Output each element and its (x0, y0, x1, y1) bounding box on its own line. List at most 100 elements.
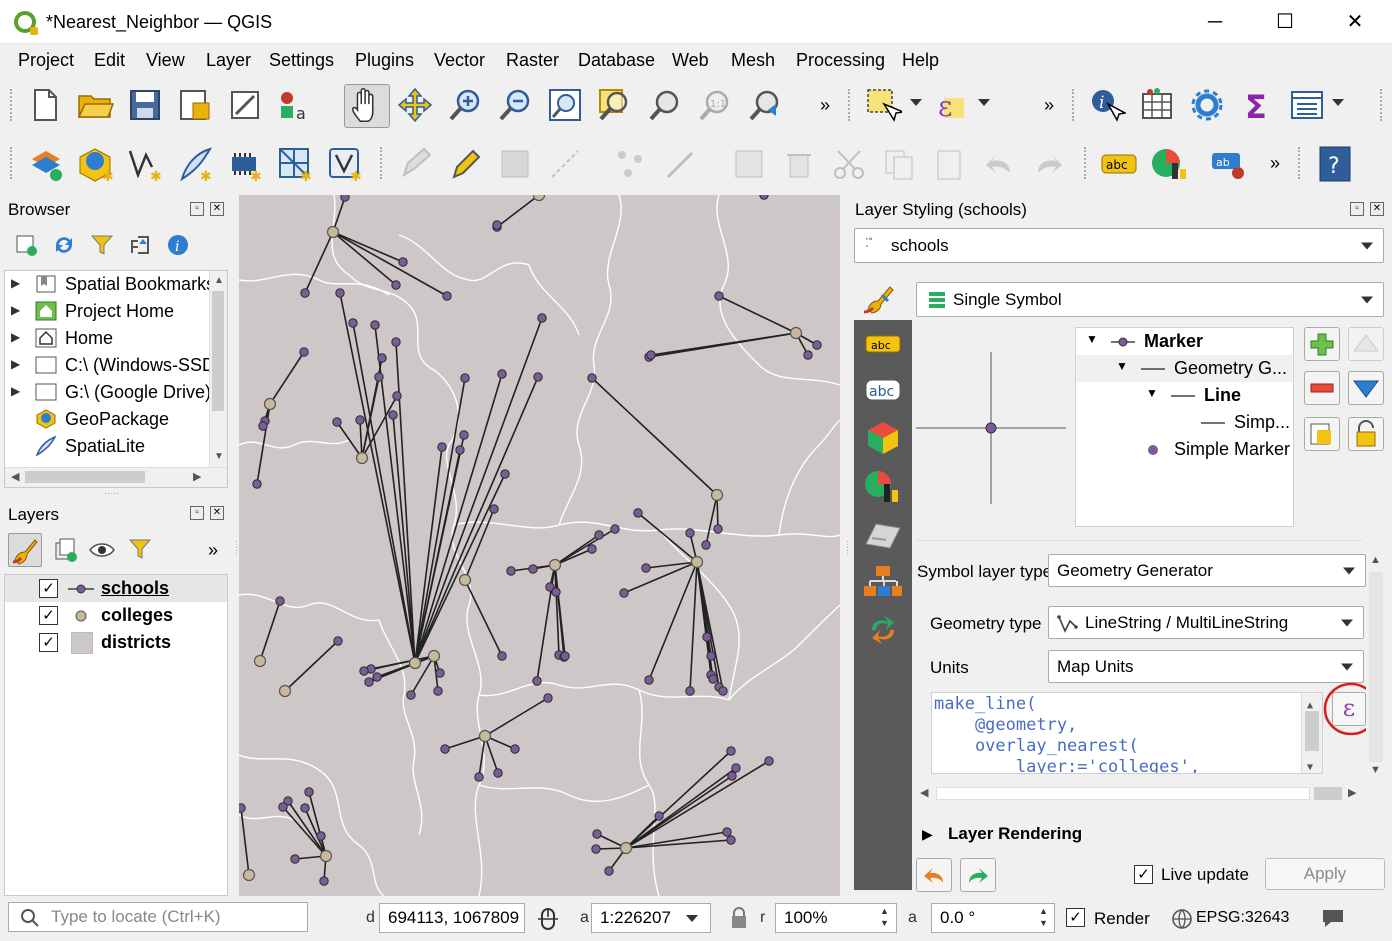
chevron-right-icon[interactable]: ▶ (11, 276, 20, 290)
float-panel-icon[interactable]: ▫ (1350, 202, 1364, 216)
properties-vertical-scrollbar[interactable]: ▲ ▼ (1366, 552, 1386, 784)
toolbar-grip[interactable] (10, 147, 14, 179)
cut-features-icon[interactable] (830, 145, 868, 183)
style-manager-icon[interactable]: a (276, 86, 314, 124)
copy-features-icon[interactable] (880, 145, 918, 183)
browser-item[interactable]: ▶ Home (5, 325, 215, 352)
form-view-icon[interactable] (1288, 86, 1326, 124)
toolbar-grip[interactable] (1072, 89, 1076, 121)
layer-item-districts[interactable]: ✓ districts (5, 629, 227, 656)
refresh-icon[interactable] (52, 233, 76, 257)
geometry-type-combo[interactable]: LineString / MultiLineString (1048, 606, 1364, 639)
panel-splitter[interactable]: ····· (104, 488, 119, 498)
redo-style-button[interactable] (960, 858, 996, 892)
menu-layer[interactable]: Layer (206, 50, 251, 71)
new-shapefile-icon[interactable]: ✱ (126, 145, 164, 183)
apply-button[interactable]: Apply (1265, 858, 1385, 890)
modify-attributes-icon[interactable] (662, 145, 700, 183)
select-dropdown-icon[interactable] (910, 99, 922, 106)
toggle-extents-mouse-icon[interactable] (536, 906, 560, 932)
symbol-tree-simple-marker-row[interactable]: Simple Marker (1076, 436, 1293, 463)
chevron-right-icon[interactable]: ▶ (11, 330, 20, 344)
zoom-out-icon[interactable] (496, 86, 534, 124)
expression-dropdown-icon[interactable] (978, 99, 990, 106)
menu-project[interactable]: Project (18, 50, 74, 71)
magnifier-spinbox[interactable]: 100% (775, 903, 897, 933)
maximize-button[interactable]: ☐ (1262, 6, 1308, 38)
delete-selected-icon[interactable] (730, 145, 768, 183)
redo-icon[interactable] (1030, 145, 1068, 183)
properties-horizontal-scrollbar[interactable]: ◀ ▶ (916, 784, 1362, 804)
symbol-tree-simple-line-row[interactable]: Simp... (1076, 409, 1293, 436)
symbol-tree-geometry-generator-row[interactable]: ▼ Geometry G... (1076, 355, 1293, 382)
menu-mesh[interactable]: Mesh (731, 50, 775, 71)
toolbar-grip[interactable] (380, 147, 384, 179)
new-temp-scratch-layer-icon[interactable]: ✱ (326, 145, 364, 183)
add-symbol-layer-button[interactable] (1304, 327, 1340, 361)
toolbar-overflow-icon[interactable]: » (1044, 95, 1054, 116)
add-group-icon[interactable] (52, 537, 78, 563)
menu-settings[interactable]: Settings (269, 50, 334, 71)
spin-arrows-icon[interactable]: ▲ ▼ (1039, 905, 1048, 929)
save-as-icon[interactable] (176, 86, 214, 124)
masks-tab-icon[interactable]: abc (862, 372, 904, 408)
menu-processing[interactable]: Processing (796, 50, 885, 71)
symbol-tree-marker-row[interactable]: ▼ Marker (1076, 328, 1293, 355)
new-memory-layer-icon[interactable]: ✱ (226, 145, 264, 183)
panel-splitter[interactable]: ····· (843, 540, 853, 555)
symbol-layer-type-combo[interactable]: Geometry Generator (1048, 554, 1366, 587)
toolbar-overflow-icon[interactable]: » (208, 540, 218, 561)
crs-label[interactable]: EPSG:32643 (1196, 909, 1289, 927)
duplicate-symbol-layer-button[interactable] (1304, 417, 1340, 451)
menu-edit[interactable]: Edit (94, 50, 125, 71)
browser-item[interactable]: ▶ G:\ (Google Drive) (5, 379, 215, 406)
diagrams-tab-icon[interactable] (862, 468, 904, 504)
data-source-manager-icon[interactable] (26, 145, 64, 183)
renderer-combo[interactable]: Single Symbol (916, 282, 1384, 317)
close-panel-icon[interactable]: ✕ (210, 202, 224, 216)
locator-search-input[interactable]: Type to locate (Ctrl+K) (8, 902, 308, 932)
toolbar-grip[interactable] (848, 89, 852, 121)
symbology-paintbrush-icon[interactable] (860, 281, 900, 315)
browser-horizontal-scrollbar[interactable]: ◀ ▶ (5, 467, 227, 487)
menu-vector[interactable]: Vector (434, 50, 485, 71)
attribute-table-icon[interactable] (1138, 86, 1176, 124)
chevron-right-icon[interactable]: ▶ (11, 303, 20, 317)
layer-visibility-checkbox[interactable]: ✓ (39, 579, 58, 598)
statistics-sum-icon[interactable]: Σ (1238, 86, 1276, 124)
layer-select-combo[interactable]: ⁚˚ schools (854, 228, 1384, 263)
save-project-icon[interactable] (126, 86, 164, 124)
rotation-spinbox[interactable]: 0.0 ° (931, 903, 1055, 933)
menu-raster[interactable]: Raster (506, 50, 559, 71)
lock-scale-icon[interactable] (728, 906, 750, 930)
3d-view-tab-icon[interactable] (862, 420, 904, 456)
properties-info-icon[interactable]: i (166, 233, 190, 257)
undo-icon[interactable] (980, 145, 1018, 183)
select-features-icon[interactable] (864, 86, 902, 124)
lock-layer-button[interactable] (1348, 417, 1384, 451)
toolbar-overflow-icon[interactable]: » (1270, 153, 1280, 174)
menu-view[interactable]: View (146, 50, 185, 71)
move-down-button[interactable] (1348, 371, 1384, 405)
new-geopackage-icon[interactable]: ✱ (76, 145, 114, 183)
browser-vertical-scrollbar[interactable]: ▲ ▼ (209, 271, 227, 467)
save-edits-icon[interactable] (496, 145, 534, 183)
close-button[interactable]: ✕ (1332, 6, 1378, 38)
symbol-tree-line-row[interactable]: ▼ Line (1076, 382, 1293, 409)
toolbar-grip[interactable] (1298, 147, 1302, 179)
toolbar-overflow-icon[interactable]: » (820, 95, 830, 116)
float-panel-icon[interactable]: ▫ (190, 202, 204, 216)
filter-legend-icon[interactable] (128, 537, 154, 563)
layer-item-colleges[interactable]: ✓ colleges (5, 602, 227, 629)
undo-style-button[interactable] (916, 858, 952, 892)
live-update-checkbox[interactable]: ✓ (1134, 865, 1153, 884)
new-spatialite-icon[interactable]: ✱ (176, 145, 214, 183)
float-panel-icon[interactable]: ▫ (190, 506, 204, 520)
crs-globe-icon[interactable] (1170, 907, 1194, 931)
units-combo[interactable]: Map Units (1048, 650, 1364, 683)
help-icon[interactable]: ? (1316, 145, 1354, 183)
layer-labeling-icon[interactable]: abc (1100, 145, 1138, 183)
coordinate-field[interactable]: 694113, 1067809 (379, 903, 525, 933)
minimize-button[interactable]: ─ (1192, 6, 1238, 38)
chevron-down-icon[interactable] (686, 915, 698, 922)
